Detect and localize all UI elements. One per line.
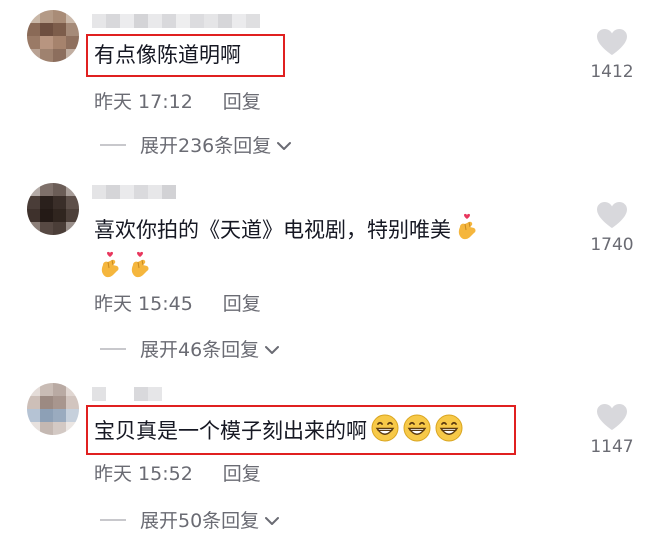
grinning-emoji <box>371 414 399 450</box>
avatar[interactable] <box>27 183 79 235</box>
avatar[interactable] <box>27 383 79 435</box>
grinning-emoji <box>403 414 431 450</box>
expand-replies-button[interactable]: 展开236条回复 <box>100 131 292 158</box>
like-button[interactable]: 1740 <box>582 201 642 255</box>
expand-replies-label: 展开50条回复 <box>140 510 260 532</box>
heart-icon <box>582 403 642 431</box>
comment-meta: 昨天 15:45 回复 <box>94 289 261 316</box>
finger-heart-emoji <box>98 251 122 283</box>
like-count: 1147 <box>590 437 634 457</box>
comment-item: 有点像陈道明啊 昨天 17:12 回复 展开236条回复 1412 <box>0 0 650 175</box>
comment-time: 昨天 15:52 <box>94 463 193 485</box>
comment-meta: 昨天 17:12 回复 <box>94 87 261 114</box>
like-button[interactable]: 1147 <box>582 403 642 457</box>
comment-item: 宝贝真是一个模子刻出来的啊 昨天 15:52 回复 展开50条回复 1147 <box>0 375 650 540</box>
username-blurred[interactable] <box>92 185 176 199</box>
comment-text: 宝贝真是一个模子刻出来的啊 <box>94 414 463 450</box>
divider-dash <box>100 143 126 146</box>
reply-button[interactable]: 回复 <box>223 91 261 113</box>
divider-dash <box>100 518 126 521</box>
reply-button[interactable]: 回复 <box>223 293 261 315</box>
grinning-emoji <box>435 414 463 450</box>
comment-text-content: 喜欢你拍的《天道》电视剧，特别唯美 <box>94 218 451 242</box>
comment-item: 喜欢你拍的《天道》电视剧，特别唯美 昨天 15:45 回复 展开46条回复 17… <box>0 175 650 362</box>
finger-heart-emoji <box>455 213 479 249</box>
expand-replies-label: 展开46条回复 <box>140 339 260 361</box>
comment-text: 喜欢你拍的《天道》电视剧，特别唯美 <box>94 213 479 249</box>
finger-heart-emoji <box>128 251 152 283</box>
avatar[interactable] <box>27 10 79 62</box>
chevron-down-icon <box>277 134 292 156</box>
comment-meta: 昨天 15:52 回复 <box>94 459 261 486</box>
expand-replies-button[interactable]: 展开50条回复 <box>100 506 280 533</box>
comment-time: 昨天 17:12 <box>94 91 193 113</box>
expand-replies-button[interactable]: 展开46条回复 <box>100 335 280 362</box>
comment-list: 有点像陈道明啊 昨天 17:12 回复 展开236条回复 1412 喜欢你拍的《… <box>0 0 650 540</box>
divider-dash <box>100 347 126 350</box>
like-count: 1412 <box>590 62 634 82</box>
heart-icon <box>582 28 642 56</box>
expand-replies-label: 展开236条回复 <box>140 135 272 157</box>
like-button[interactable]: 1412 <box>582 28 642 82</box>
reply-button[interactable]: 回复 <box>223 463 261 485</box>
chevron-down-icon <box>265 509 280 531</box>
heart-icon <box>582 201 642 229</box>
emoji-row <box>98 251 152 283</box>
chevron-down-icon <box>265 338 280 360</box>
comment-text-content: 宝贝真是一个模子刻出来的啊 <box>94 419 367 443</box>
comment-text: 有点像陈道明啊 <box>94 43 241 67</box>
username-blurred[interactable] <box>92 14 260 28</box>
like-count: 1740 <box>590 235 634 255</box>
username-blurred[interactable] <box>92 387 162 401</box>
comment-time: 昨天 15:45 <box>94 293 193 315</box>
